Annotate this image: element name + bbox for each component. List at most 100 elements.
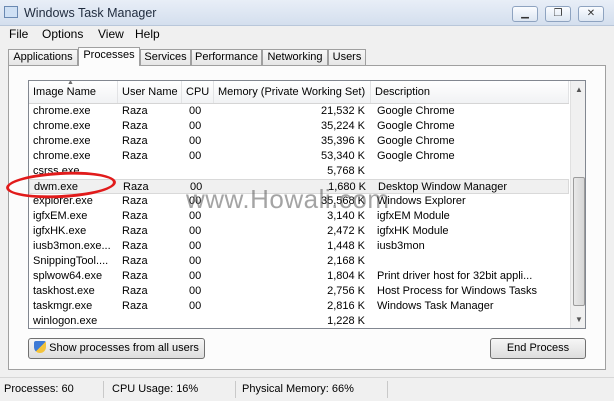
close-button[interactable]: ✕ [578, 6, 604, 22]
user-name-cell: Raza [122, 240, 148, 252]
vertical-scrollbar[interactable]: ▲ ▼ [570, 81, 585, 328]
show-all-users-button[interactable]: Show processes from all users [28, 338, 205, 359]
process-row[interactable]: chrome.exe Raza 00 21,532 K Google Chrome [29, 104, 569, 119]
memory-cell: 3,140 K [327, 210, 365, 222]
scrollbar-thumb[interactable] [573, 177, 585, 306]
memory-cell: 35,396 K [320, 135, 365, 147]
process-name-cell: igfxEM.exe [33, 210, 88, 222]
user-name-cell [122, 314, 182, 328]
process-row[interactable]: chrome.exe Raza 00 35,396 K Google Chrome [29, 134, 569, 149]
user-name-cell: Raza [122, 225, 148, 237]
process-row[interactable]: igfxHK.exe Raza 00 2,472 K igfxHK Module [29, 224, 569, 239]
column-memory[interactable]: Memory (Private Working Set) [214, 81, 371, 103]
user-name-cell [122, 164, 182, 179]
process-row[interactable]: taskhost.exe Raza 00 2,756 K Host Process fo… [29, 284, 569, 299]
minimize-button[interactable]: ▁ [512, 6, 538, 22]
user-name-cell: Raza [122, 150, 148, 162]
description-cell: Google Chrome [377, 150, 455, 162]
cpu-cell: 00 [189, 300, 202, 312]
process-name-cell: chrome.exe [33, 150, 91, 162]
user-name-cell: Raza [122, 135, 148, 147]
cpu-cell: 00 [189, 240, 202, 252]
process-row[interactable]: chrome.exe Raza 00 35,224 K Google Chrome [29, 119, 569, 134]
memory-cell: 2,472 K [327, 225, 365, 237]
window-title: Windows Task Manager [24, 6, 157, 20]
process-row[interactable]: csrss.exe 5,768 K [29, 164, 569, 179]
process-row[interactable]: iusb3mon.exe... Raza 00 1,448 K iusb3mon [29, 239, 569, 254]
memory-cell: 53,340 K [320, 150, 365, 162]
process-name-cell: taskmgr.exe [33, 300, 93, 312]
memory-cell: 2,756 K [327, 285, 365, 297]
column-description[interactable]: Description [371, 81, 569, 103]
menu-help[interactable]: Help [135, 27, 160, 41]
process-name-cell: SnippingTool.... [33, 255, 109, 267]
user-name-cell: Raza [122, 210, 148, 222]
description-cell: igfxEM Module [377, 210, 450, 222]
description-cell: Windows Explorer [377, 195, 466, 207]
process-row[interactable]: SnippingTool.... Raza 00 2,168 K [29, 254, 569, 269]
tab-networking[interactable]: Networking [262, 49, 328, 65]
description-cell [377, 164, 567, 179]
status-cpu-usage: CPU Usage: 16% [108, 381, 236, 398]
cpu-cell: 00 [189, 120, 202, 132]
process-row[interactable]: winlogon.exe 1,228 K [29, 314, 569, 328]
cpu-cell: 00 [189, 150, 202, 162]
column-user-name[interactable]: User Name [118, 81, 182, 103]
description-cell: Host Process for Windows Tasks [377, 285, 537, 297]
user-name-cell: Raza [123, 181, 149, 193]
process-name-cell: csrss.exe [33, 165, 80, 177]
column-cpu[interactable]: CPU [182, 81, 214, 103]
tab-users[interactable]: Users [328, 49, 366, 65]
menu-options[interactable]: Options [42, 27, 83, 41]
tab-applications[interactable]: Applications [8, 49, 78, 65]
process-row[interactable]: dwm.exe Raza 00 1,680 K Desktop Window Manag… [29, 179, 569, 194]
process-name-cell: explorer.exe [33, 195, 93, 207]
memory-cell: 1,228 K [327, 315, 365, 327]
description-cell: Google Chrome [377, 135, 455, 147]
process-list[interactable]: ▲ Image Name User Name CPU Memory (Priva… [28, 80, 586, 329]
memory-cell: 35,568 K [320, 195, 365, 207]
cpu-cell: 00 [189, 285, 202, 297]
description-cell: iusb3mon [377, 240, 425, 252]
memory-cell: 1,680 K [328, 181, 366, 193]
process-name-cell: igfxHK.exe [33, 225, 87, 237]
cpu-cell: 00 [189, 105, 202, 117]
status-processes: Processes: 60 [0, 381, 104, 398]
user-name-cell: Raza [122, 300, 148, 312]
process-row[interactable]: chrome.exe Raza 00 53,340 K Google Chrome [29, 149, 569, 164]
cpu-cell: 00 [189, 135, 202, 147]
memory-cell: 2,816 K [327, 300, 365, 312]
menu-file[interactable]: File [9, 27, 28, 41]
end-process-button[interactable]: End Process [490, 338, 586, 359]
process-name-cell: iusb3mon.exe... [33, 240, 111, 252]
process-row[interactable]: explorer.exe Raza 00 35,568 K Windows Explor… [29, 194, 569, 209]
tab-processes[interactable]: Processes [78, 47, 140, 66]
process-row[interactable]: splwow64.exe Raza 00 1,804 K Print driver ho… [29, 269, 569, 284]
user-name-cell: Raza [122, 195, 148, 207]
user-name-cell: Raza [122, 255, 148, 267]
user-name-cell: Raza [122, 105, 148, 117]
process-name-cell: chrome.exe [33, 120, 91, 132]
menu-view[interactable]: View [98, 27, 124, 41]
scroll-up-icon[interactable]: ▲ [571, 81, 585, 98]
description-cell: Desktop Window Manager [378, 181, 508, 193]
cpu-cell: 00 [189, 195, 202, 207]
user-name-cell: Raza [122, 120, 148, 132]
cpu-cell: 00 [189, 270, 202, 282]
column-image-name[interactable]: ▲ Image Name [29, 81, 118, 103]
task-manager-icon [4, 6, 18, 18]
process-row[interactable]: igfxEM.exe Raza 00 3,140 K igfxEM Module [29, 209, 569, 224]
column-header-row: ▲ Image Name User Name CPU Memory (Priva… [29, 81, 569, 104]
status-physical-memory: Physical Memory: 66% [238, 381, 388, 398]
process-row[interactable]: taskmgr.exe Raza 00 2,816 K Windows Task Man… [29, 299, 569, 314]
tab-performance[interactable]: Performance [191, 49, 262, 65]
scroll-down-icon[interactable]: ▼ [571, 311, 585, 328]
description-cell: Google Chrome [377, 120, 455, 132]
description-cell [377, 254, 567, 269]
tab-services[interactable]: Services [140, 49, 191, 65]
restore-button[interactable]: ❐ [545, 6, 571, 22]
cpu-cell: 00 [189, 210, 202, 222]
cpu-cell [189, 164, 214, 179]
description-cell: igfxHK Module [377, 225, 449, 237]
title-bar: Windows Task Manager ▁ ❐ ✕ [0, 0, 614, 26]
